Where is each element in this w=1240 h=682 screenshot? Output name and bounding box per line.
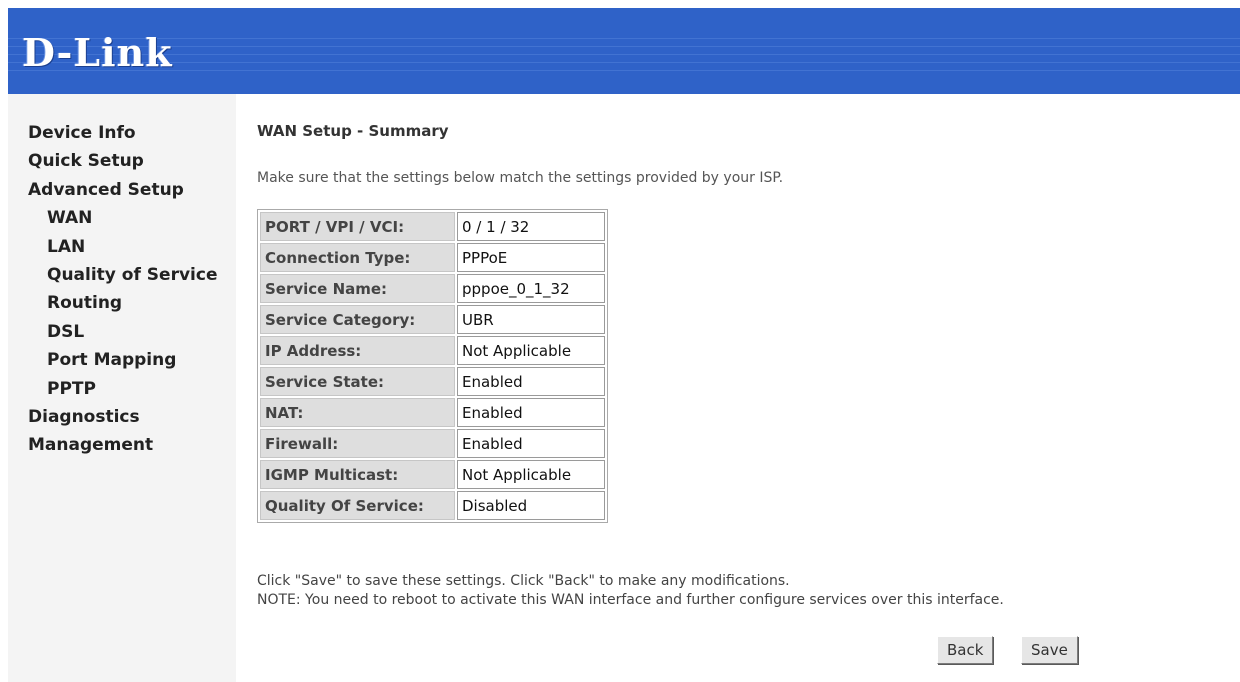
sidebar-item-dsl[interactable]: DSL	[28, 318, 217, 346]
save-button[interactable]: Save	[1021, 636, 1078, 664]
banner-stripe	[8, 54, 1240, 55]
summary-row: Service Name: pppoe_0_1_32	[260, 274, 605, 303]
summary-value: PPPoE	[457, 243, 605, 272]
summary-row: PORT / VPI / VCI: 0 / 1 / 32	[260, 212, 605, 241]
main-content: WAN Setup - Summary Make sure that the s…	[257, 94, 1240, 682]
summary-key: Service State:	[260, 367, 455, 396]
sidebar-item-device-info[interactable]: Device Info	[28, 119, 217, 147]
dlink-logo: D-Link	[22, 30, 173, 75]
summary-value: UBR	[457, 305, 605, 334]
sidebar-item-quality-of-service[interactable]: Quality of Service	[28, 261, 217, 289]
summary-value: Enabled	[457, 367, 605, 396]
banner-stripe	[8, 38, 1240, 39]
summary-value: pppoe_0_1_32	[457, 274, 605, 303]
sidebar-item-routing[interactable]: Routing	[28, 289, 217, 317]
summary-row: Firewall: Enabled	[260, 429, 605, 458]
summary-row: Service Category: UBR	[260, 305, 605, 334]
summary-key: Connection Type:	[260, 243, 455, 272]
sidebar-item-advanced-setup[interactable]: Advanced Setup	[28, 176, 217, 204]
page-title: WAN Setup - Summary	[257, 122, 449, 140]
summary-key: Service Name:	[260, 274, 455, 303]
summary-row: IP Address: Not Applicable	[260, 336, 605, 365]
summary-value: Not Applicable	[457, 460, 605, 489]
sidebar-nav: Device Info Quick Setup Advanced Setup WAN L…	[28, 119, 217, 460]
summary-value: Not Applicable	[457, 336, 605, 365]
summary-value: Enabled	[457, 398, 605, 427]
summary-row: Connection Type: PPPoE	[260, 243, 605, 272]
intro-text: Make sure that the settings below match …	[257, 170, 784, 186]
summary-key: NAT:	[260, 398, 455, 427]
summary-key: IP Address:	[260, 336, 455, 365]
summary-key: PORT / VPI / VCI:	[260, 212, 455, 241]
summary-key: Firewall:	[260, 429, 455, 458]
summary-row: Service State: Enabled	[260, 367, 605, 396]
sidebar-item-management[interactable]: Management	[28, 431, 217, 459]
summary-row: IGMP Multicast: Not Applicable	[260, 460, 605, 489]
sidebar-item-lan[interactable]: LAN	[28, 233, 217, 261]
banner-stripe	[8, 46, 1240, 47]
back-button[interactable]: Back	[937, 636, 994, 664]
banner-stripe	[8, 70, 1240, 71]
wan-summary-table: PORT / VPI / VCI: 0 / 1 / 32 Connection Ty…	[257, 209, 608, 523]
summary-value: 0 / 1 / 32	[457, 212, 605, 241]
sidebar-item-quick-setup[interactable]: Quick Setup	[28, 147, 217, 175]
summary-value: Enabled	[457, 429, 605, 458]
summary-row: Quality Of Service: Disabled	[260, 491, 605, 520]
summary-row: NAT: Enabled	[260, 398, 605, 427]
sidebar-item-diagnostics[interactable]: Diagnostics	[28, 403, 217, 431]
sidebar-item-port-mapping[interactable]: Port Mapping	[28, 346, 217, 374]
sidebar: Device Info Quick Setup Advanced Setup WAN L…	[8, 94, 236, 682]
summary-key: Service Category:	[260, 305, 455, 334]
banner-stripe	[8, 62, 1240, 63]
summary-key: Quality Of Service:	[260, 491, 455, 520]
sidebar-item-wan[interactable]: WAN	[28, 204, 217, 232]
note-line-2: NOTE: You need to reboot to activate thi…	[257, 592, 1004, 608]
note-text: Click "Save" to save these settings. Cli…	[257, 572, 1004, 610]
summary-key: IGMP Multicast:	[260, 460, 455, 489]
summary-value: Disabled	[457, 491, 605, 520]
note-line-1: Click "Save" to save these settings. Cli…	[257, 573, 790, 589]
header-banner: D-Link	[8, 8, 1240, 94]
sidebar-item-pptp[interactable]: PPTP	[28, 375, 217, 403]
